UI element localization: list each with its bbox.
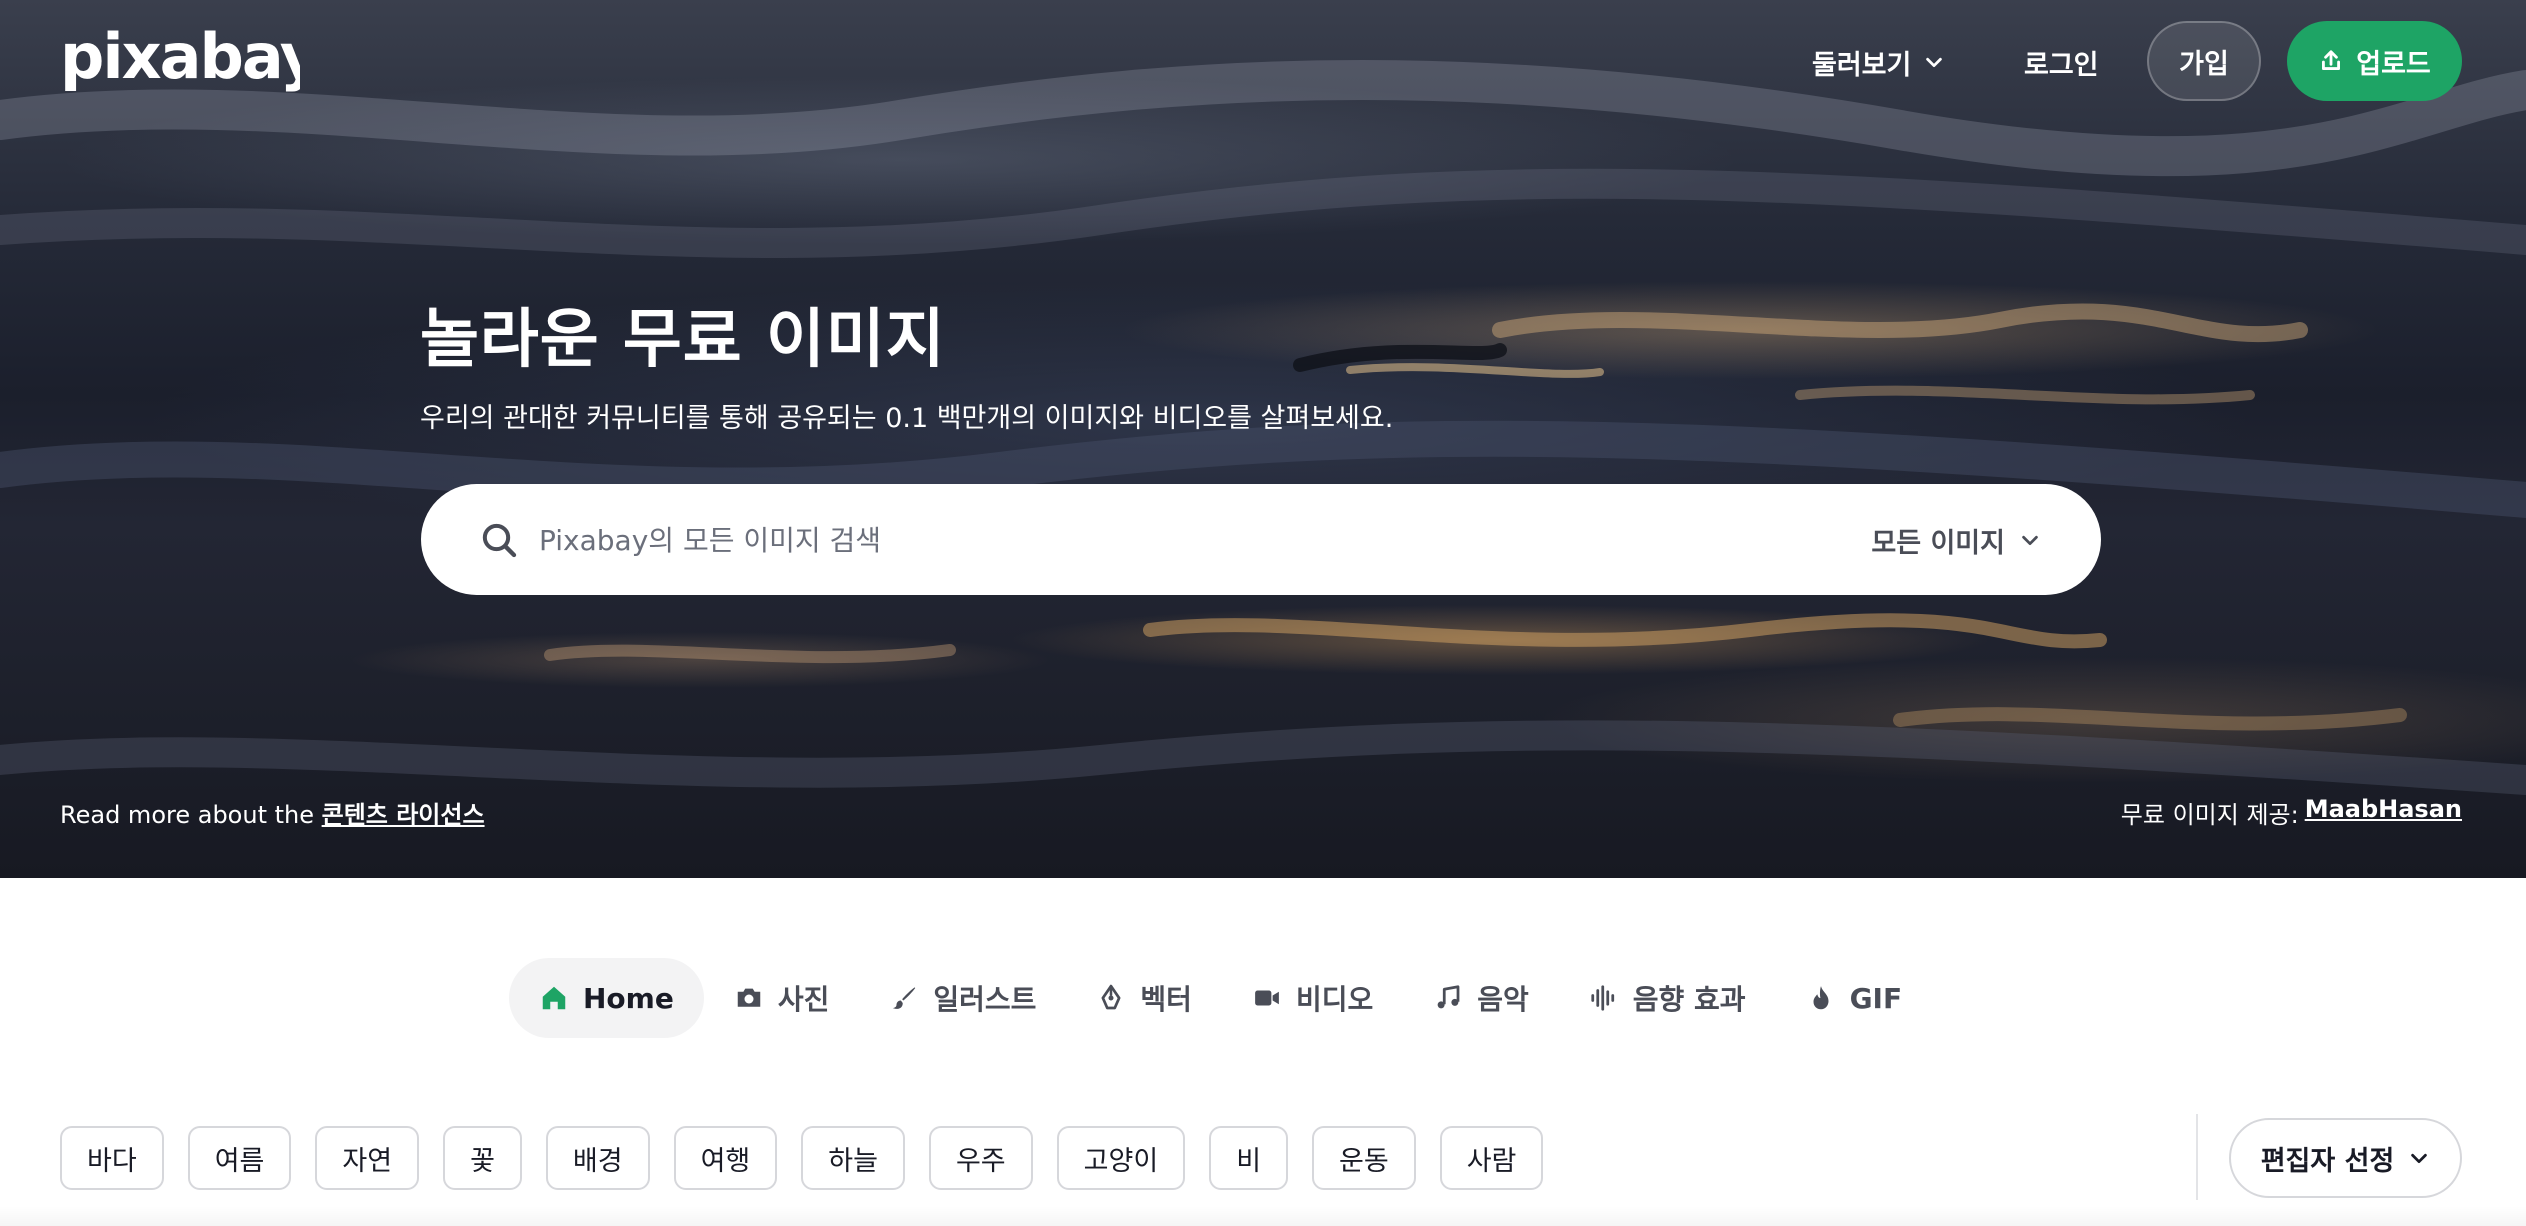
- tag-chip[interactable]: 고양이: [1056, 1126, 1186, 1190]
- credit-prefix: 무료 이미지 제공:: [2120, 801, 2299, 829]
- svg-text:pixabay: pixabay: [60, 26, 300, 93]
- upload-label: 업로드: [2356, 48, 2431, 80]
- upload-button[interactable]: 업로드: [2287, 21, 2462, 101]
- tab-label: 벡터: [1140, 983, 1192, 1016]
- tab-home[interactable]: Home: [509, 958, 704, 1038]
- hero-banner: pixabay 둘러보기 로그인 가입 업로드 놀라운 무료 이미지 우리의 관…: [0, 0, 2526, 878]
- music-note-icon: [1437, 985, 1460, 1009]
- search-type-label: 모든 이미지: [1871, 527, 2005, 559]
- tab-music[interactable]: 음악: [1403, 958, 1559, 1038]
- water-background-image: [0, 60, 2526, 795]
- flame-icon: [1813, 986, 1829, 1010]
- tab-illustrations[interactable]: 일러스트: [859, 958, 1066, 1038]
- hero-title: 놀라운 무료 이미지: [420, 303, 946, 377]
- license-note: Read more about the 콘텐츠 라이선스: [60, 795, 485, 830]
- media-type-tabs: Home 사진 일러스트 벡터 비디오 음악 음향 효과 GIF: [509, 958, 1932, 1038]
- credit-author-link[interactable]: MaabHasan: [2305, 795, 2462, 830]
- sort-label: 편집자 선정: [2260, 1145, 2395, 1177]
- tag-chip[interactable]: 배경: [545, 1126, 650, 1190]
- search-type-dropdown[interactable]: 모든 이미지: [1871, 512, 2041, 568]
- image-credit: 무료 이미지 제공: MaabHasan: [2121, 795, 2462, 830]
- tab-label: 비디오: [1295, 983, 1374, 1016]
- explore-menu[interactable]: 둘러보기: [1812, 40, 1945, 84]
- tag-chip[interactable]: 여행: [673, 1126, 778, 1190]
- search-icon[interactable]: [479, 520, 519, 560]
- tab-videos[interactable]: 비디오: [1222, 958, 1403, 1038]
- tag-chip[interactable]: 사람: [1439, 1126, 1544, 1190]
- sound-wave-icon: [1591, 985, 1614, 1011]
- tag-chip[interactable]: 꽃: [443, 1126, 522, 1190]
- join-label: 가입: [2179, 48, 2229, 80]
- chevron-down-icon: [1926, 57, 1943, 68]
- pixabay-logo[interactable]: pixabay: [60, 26, 300, 96]
- divider: [2196, 1114, 2198, 1200]
- tag-chip[interactable]: 비: [1209, 1126, 1289, 1190]
- hero-subtitle: 우리의 관대한 커뮤니티를 통해 공유되는 0.1 백만개의 이미지와 비디오를…: [420, 403, 1394, 434]
- tab-label: 음악: [1477, 983, 1529, 1016]
- pen-nib-icon: [1101, 984, 1121, 1010]
- login-label: 로그인: [2024, 49, 2099, 81]
- tab-sound-effects[interactable]: 음향 효과: [1559, 958, 1776, 1038]
- home-icon: [542, 986, 566, 1010]
- explore-label: 둘러보기: [1812, 49, 1912, 81]
- sort-dropdown[interactable]: 편집자 선정: [2229, 1118, 2462, 1198]
- tab-label: 사진: [777, 983, 830, 1016]
- join-button[interactable]: 가입: [2147, 21, 2261, 101]
- camera-icon: [737, 988, 761, 1007]
- chevron-down-icon: [2411, 1153, 2428, 1164]
- tab-label: GIF: [1849, 981, 1903, 1015]
- search-input[interactable]: [539, 512, 1739, 568]
- tab-gif[interactable]: GIF: [1776, 958, 1933, 1038]
- tab-label: 음향 효과: [1632, 983, 1746, 1016]
- license-link[interactable]: 콘텐츠 라이선스: [322, 801, 485, 829]
- tag-chip[interactable]: 여름: [187, 1126, 292, 1190]
- video-camera-icon: [1255, 990, 1279, 1006]
- tab-label: 일러스트: [933, 983, 1037, 1016]
- content-edge-shadow: [0, 1206, 2526, 1226]
- login-link[interactable]: 로그인: [2024, 40, 2099, 84]
- upload-icon: [2322, 50, 2341, 70]
- tag-chip[interactable]: 하늘: [801, 1126, 905, 1190]
- tab-label: Home: [583, 981, 674, 1015]
- tag-chips: 바다 여름 자연 꽃 배경 여행 하늘 우주 고양이 비 운동 사람: [60, 1126, 1544, 1190]
- tag-chip[interactable]: 바다: [60, 1126, 164, 1190]
- chevron-down-icon: [2022, 535, 2038, 546]
- license-prefix: Read more about the: [60, 801, 322, 829]
- tag-chip[interactable]: 우주: [928, 1126, 1033, 1190]
- tab-photos[interactable]: 사진: [704, 958, 860, 1038]
- tab-vectors[interactable]: 벡터: [1066, 958, 1222, 1038]
- tag-chip[interactable]: 자연: [315, 1126, 420, 1190]
- search-bar: 모든 이미지: [421, 484, 2101, 595]
- tag-chip[interactable]: 운동: [1312, 1126, 1416, 1190]
- brush-icon: [893, 987, 916, 1009]
